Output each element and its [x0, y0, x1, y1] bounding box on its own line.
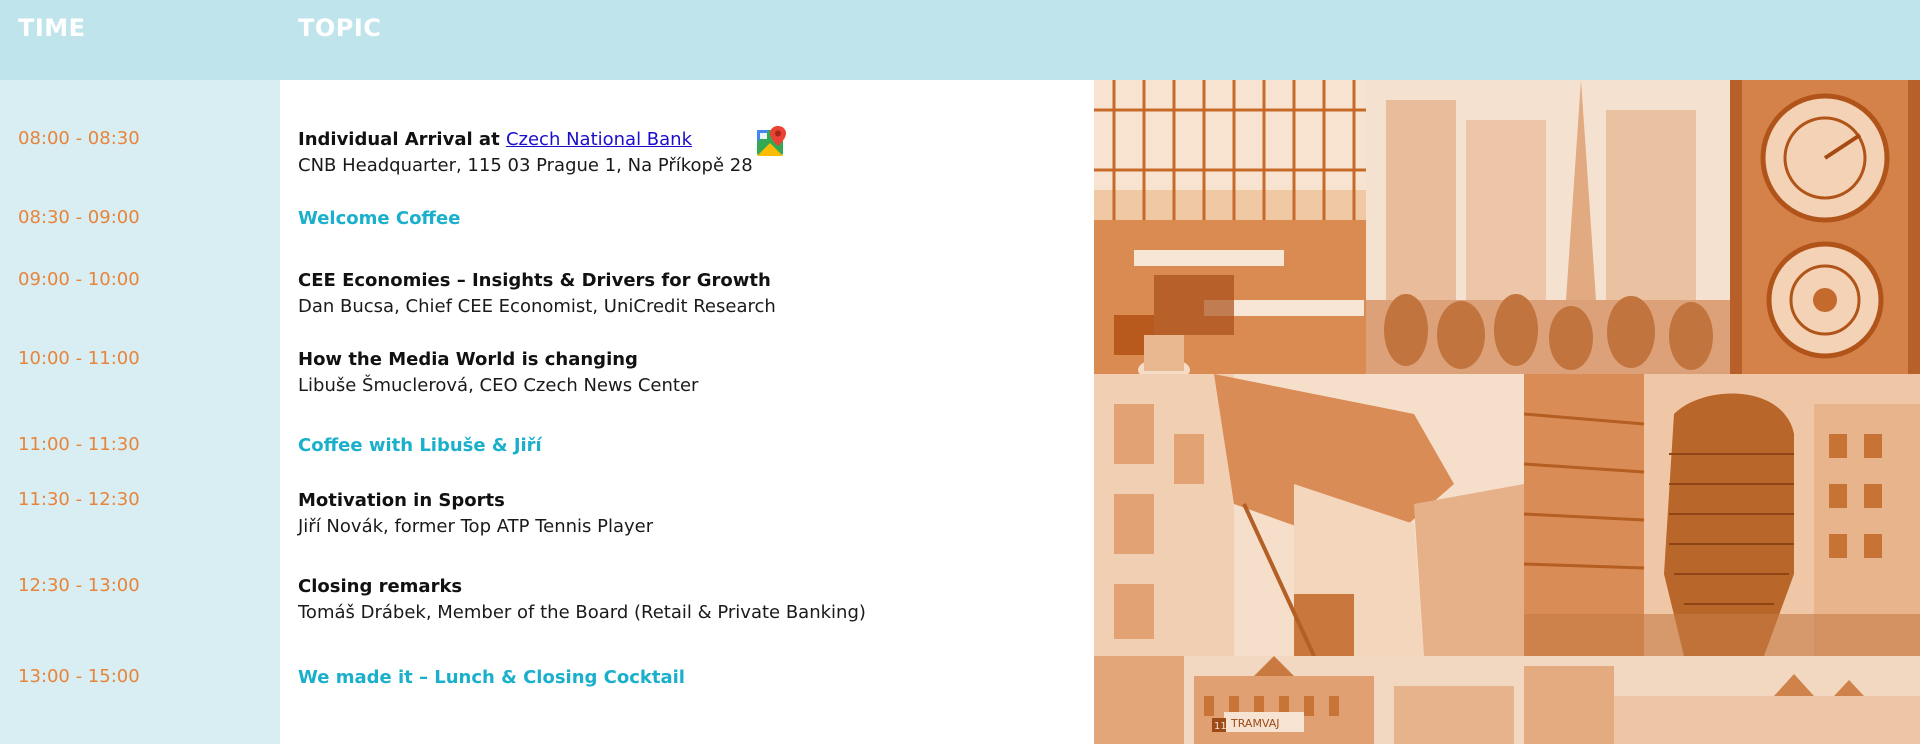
photo-cafe-interior — [1094, 80, 1366, 374]
agenda-title-arrival: Individual Arrival at — [298, 129, 506, 150]
agenda-page: TIME TOPIC 08:00 - 08:30 Individual Arri… — [0, 0, 1920, 744]
agenda-time-arrival: 08:00 - 08:30 — [18, 128, 140, 149]
agenda-title-coffee-break: Coffee with Libuše & Jiří — [298, 435, 542, 456]
topic-column — [280, 80, 1094, 744]
agenda-title-media-world: How the Media World is changing — [298, 349, 638, 370]
agenda-sub-arrival: CNB Headquarter, 115 03 Prague 1, Na Pří… — [298, 155, 753, 176]
prague-photo-collage: TRAMVAJ 11 — [1094, 80, 1920, 744]
agenda-time-coffee-break: 11:00 - 11:30 — [18, 434, 140, 455]
agenda-sub-cee-economies: Dan Bucsa, Chief CEE Economist, UniCredi… — [298, 296, 776, 317]
google-maps-icon[interactable] — [757, 126, 787, 156]
tram-number-text: 11 — [1214, 721, 1227, 732]
agenda-sub-closing-remarks: Tomáš Drábek, Member of the Board (Retai… — [298, 602, 866, 623]
agenda-topic-welcome-coffee: Welcome Coffee — [298, 206, 1088, 232]
agenda-title-cee-economies: CEE Economies – Insights & Drivers for G… — [298, 270, 771, 291]
time-column-header: TIME — [18, 14, 86, 42]
agenda-sub-media-world: Libuše Šmuclerová, CEO Czech News Center — [298, 375, 699, 396]
agenda-title-closing-remarks: Closing remarks — [298, 576, 463, 597]
agenda-title-welcome-coffee: Welcome Coffee — [298, 208, 461, 229]
agenda-time-cee-economies: 09:00 - 10:00 — [18, 269, 140, 290]
agenda-title-motivation: Motivation in Sports — [298, 490, 505, 511]
agenda-time-lunch: 13:00 - 15:00 — [18, 666, 140, 687]
agenda-topic-coffee-break: Coffee with Libuše & Jiří — [298, 433, 1088, 459]
time-column — [0, 80, 280, 744]
topic-column-header: TOPIC — [298, 14, 382, 42]
agenda-time-media-world: 10:00 - 11:00 — [18, 348, 140, 369]
czech-national-bank-link[interactable]: Czech National Bank — [506, 129, 692, 150]
agenda-topic-motivation: Motivation in Sports Jiří Novák, former … — [298, 488, 1088, 540]
agenda-topic-cee-economies: CEE Economies – Insights & Drivers for G… — [298, 268, 1088, 320]
agenda-topic-closing-remarks: Closing remarks Tomáš Drábek, Member of … — [298, 574, 1088, 626]
agenda-header: TIME TOPIC — [0, 0, 1920, 80]
agenda-topic-lunch: We made it – Lunch & Closing Cocktail — [298, 665, 1088, 691]
agenda-topic-media-world: How the Media World is changing Libuše Š… — [298, 347, 1088, 399]
agenda-time-welcome-coffee: 08:30 - 09:00 — [18, 207, 140, 228]
agenda-time-motivation: 11:30 - 12:30 — [18, 489, 140, 510]
photo-astronomical-clock — [1730, 80, 1920, 374]
tram-sign-text: TRAMVAJ — [1230, 717, 1280, 730]
photo-prague-panorama: TRAMVAJ 11 — [1094, 656, 1920, 744]
photo-modern-building — [1094, 374, 1524, 656]
photo-old-town-tourists — [1366, 80, 1730, 374]
agenda-sub-motivation: Jiří Novák, former Top ATP Tennis Player — [298, 516, 654, 537]
agenda-time-closing-remarks: 12:30 - 13:00 — [18, 575, 140, 596]
agenda-topic-arrival: Individual Arrival at Czech National Ban… — [298, 127, 1088, 179]
photo-kafka-head — [1524, 374, 1920, 656]
agenda-title-lunch: We made it – Lunch & Closing Cocktail — [298, 667, 685, 688]
